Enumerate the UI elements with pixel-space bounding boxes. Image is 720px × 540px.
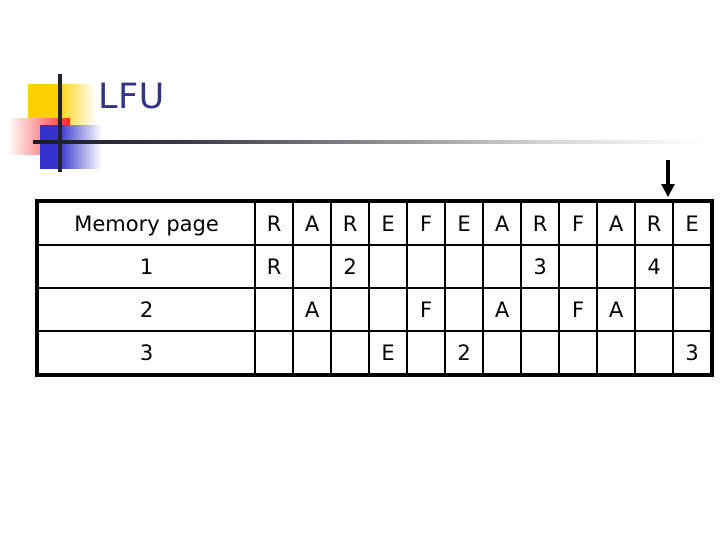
page-title: LFU <box>98 77 165 117</box>
memory-frame-cell: 4 <box>634 244 674 289</box>
reference-string-cell: R <box>254 199 294 246</box>
table-header-row: Memory page RAREFEARFARE <box>35 199 714 246</box>
memory-frame-cell <box>368 287 408 332</box>
table-row: 1R2 3 4 <box>35 244 714 289</box>
reference-string-cell: E <box>368 199 408 246</box>
memory-frame-cell: 2 <box>444 330 484 377</box>
memory-frame-cell <box>292 244 332 289</box>
memory-frame-cell <box>406 330 446 377</box>
table-row: 2AFAFA <box>35 287 714 332</box>
memory-frame-cell <box>558 330 598 377</box>
reference-string-cell: F <box>406 199 446 246</box>
memory-frame-cell <box>330 330 370 377</box>
table-body: Memory page RAREFEARFARE 1R2342AFAFA3E23 <box>35 199 714 377</box>
arrow-shaft <box>666 160 670 186</box>
memory-frame-cell: E <box>368 330 408 377</box>
reference-string-cell: F <box>558 199 598 246</box>
memory-frame-cell <box>596 330 636 377</box>
memory-frame-cell <box>444 244 484 289</box>
memory-frame-cell <box>482 244 522 289</box>
memory-frame-cell <box>672 287 714 332</box>
memory-frame-cell <box>330 287 370 332</box>
memory-page-number: 1 <box>35 244 256 289</box>
row-header-label: Memory page <box>35 199 256 246</box>
decoration-horizontal-rule <box>33 140 703 144</box>
memory-frame-cell: F <box>558 287 598 332</box>
memory-frame-cell: R <box>254 244 294 289</box>
reference-string-cell: R <box>330 199 370 246</box>
decoration-vertical-line <box>58 74 62 172</box>
memory-frame-cell <box>254 330 294 377</box>
memory-frame-cell: 3 <box>520 244 560 289</box>
memory-frame-cell: A <box>292 287 332 332</box>
reference-string-cell: E <box>672 199 714 246</box>
memory-frame-cell <box>634 330 674 377</box>
arrow-head <box>661 184 675 197</box>
memory-frame-cell <box>596 244 636 289</box>
memory-frame-cell <box>520 330 560 377</box>
decoration-red-square <box>8 118 70 155</box>
decoration-blue-square <box>40 125 102 169</box>
table-row: 3 E2 3 <box>35 330 714 377</box>
memory-frame-cell <box>292 330 332 377</box>
memory-frame-cell: F <box>406 287 446 332</box>
memory-frame-cell <box>406 244 446 289</box>
memory-frame-cell <box>520 287 560 332</box>
memory-frame-cell <box>368 244 408 289</box>
memory-frame-cell: 3 <box>672 330 714 377</box>
memory-page-number: 3 <box>35 330 256 377</box>
memory-page-number: 2 <box>35 287 256 332</box>
memory-frame-cell <box>672 244 714 289</box>
memory-frame-cell <box>558 244 598 289</box>
reference-string-cell: E <box>444 199 484 246</box>
reference-string-cell: R <box>520 199 560 246</box>
memory-page-table: Memory page RAREFEARFARE 1R2342AFAFA3E23 <box>35 199 714 377</box>
memory-frame-cell <box>482 330 522 377</box>
reference-string-cell: A <box>292 199 332 246</box>
memory-frame-cell <box>634 287 674 332</box>
reference-string-cell: R <box>634 199 674 246</box>
reference-string-cell: A <box>482 199 522 246</box>
down-arrow-icon <box>660 160 676 198</box>
reference-string-cell: A <box>596 199 636 246</box>
decoration-yellow-square <box>28 84 96 126</box>
memory-frame-cell: A <box>482 287 522 332</box>
memory-frame-cell: 2 <box>330 244 370 289</box>
memory-frame-cell: A <box>596 287 636 332</box>
memory-frame-cell <box>444 287 484 332</box>
memory-frame-cell <box>254 287 294 332</box>
